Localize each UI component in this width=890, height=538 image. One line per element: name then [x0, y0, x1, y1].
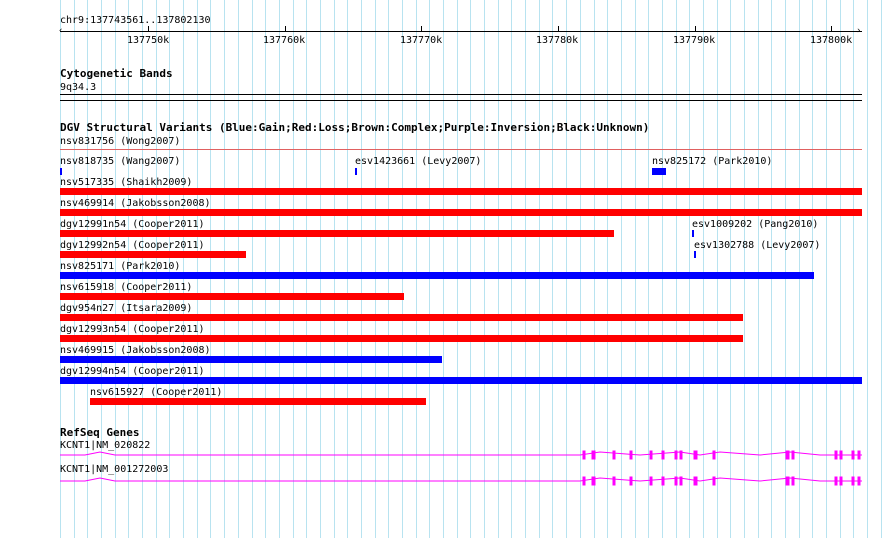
gene-models[interactable]	[0, 0, 890, 538]
genome-browser-panel: chr9:137743561..137802130 ‹ › 137750k 13…	[0, 0, 890, 538]
